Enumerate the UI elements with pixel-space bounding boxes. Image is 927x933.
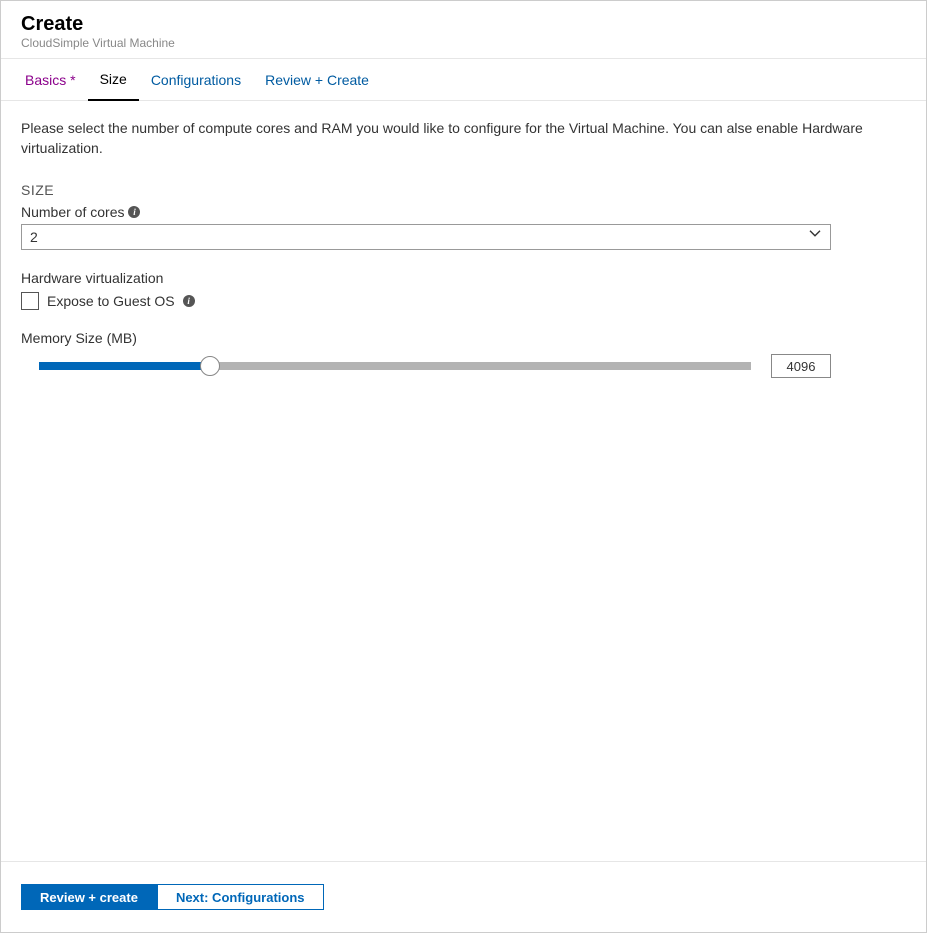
- info-icon[interactable]: i: [128, 206, 140, 218]
- size-section-heading: SIZE: [21, 182, 906, 198]
- memory-slider[interactable]: [39, 362, 751, 370]
- page-title: Create: [21, 13, 906, 36]
- size-description: Please select the number of compute core…: [21, 119, 906, 158]
- info-icon[interactable]: i: [183, 295, 195, 307]
- tab-basics[interactable]: Basics *: [13, 59, 88, 100]
- memory-label: Memory Size (MB): [21, 330, 906, 346]
- hw-virtualization-label: Hardware virtualization: [21, 270, 906, 286]
- tab-size[interactable]: Size: [88, 59, 139, 101]
- review-create-button[interactable]: Review + create: [21, 884, 157, 910]
- cores-value: 2: [30, 229, 38, 245]
- chevron-down-icon: [808, 227, 822, 244]
- page-header: Create CloudSimple Virtual Machine: [1, 1, 926, 59]
- footer-bar: Review + create Next: Configurations: [1, 861, 926, 932]
- cores-label-row: Number of cores i: [21, 204, 906, 220]
- hw-checkbox-row: Expose to Guest OS i: [21, 292, 906, 310]
- expose-guest-os-label: Expose to Guest OS: [47, 293, 175, 309]
- slider-thumb[interactable]: [200, 356, 220, 376]
- cores-select[interactable]: 2: [21, 224, 831, 250]
- next-configurations-button[interactable]: Next: Configurations: [157, 884, 324, 910]
- tab-review-create[interactable]: Review + Create: [253, 59, 381, 100]
- slider-fill: [39, 362, 210, 370]
- memory-value-input[interactable]: 4096: [771, 354, 831, 378]
- memory-slider-area: 4096: [21, 354, 831, 378]
- cores-label: Number of cores: [21, 204, 124, 220]
- tab-bar: Basics * Size Configurations Review + Cr…: [1, 59, 926, 101]
- page-subtitle: CloudSimple Virtual Machine: [21, 36, 906, 50]
- content-panel: Please select the number of compute core…: [1, 101, 926, 861]
- expose-guest-os-checkbox[interactable]: [21, 292, 39, 310]
- tab-configurations[interactable]: Configurations: [139, 59, 253, 100]
